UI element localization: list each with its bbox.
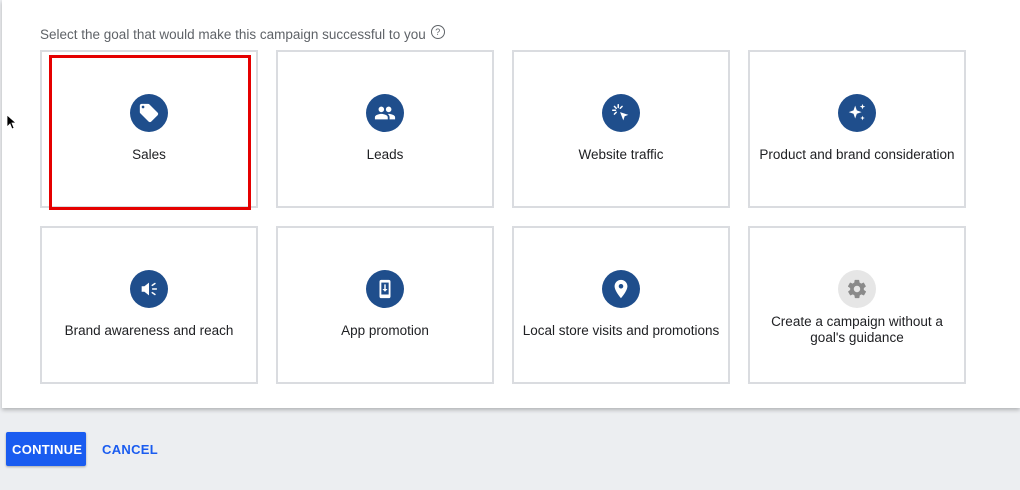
people-icon — [366, 94, 404, 132]
goal-selection-panel: Select the goal that would make this cam… — [2, 0, 1020, 408]
goal-label: Create a campaign without a goal's guida… — [771, 314, 943, 345]
goal-card-brand-awareness[interactable]: Brand awareness and reach — [40, 226, 258, 384]
goal-label: Sales — [132, 147, 166, 162]
phone-download-icon — [366, 270, 404, 308]
location-pin-icon — [602, 270, 640, 308]
tag-icon — [130, 94, 168, 132]
goal-card-sales[interactable]: Sales — [40, 50, 258, 210]
goal-label: Website traffic — [578, 147, 664, 162]
cancel-button[interactable]: CANCEL — [96, 432, 164, 466]
goal-card-product-brand-consideration[interactable]: Product and brand consideration — [748, 50, 966, 208]
cursor-click-icon — [602, 94, 640, 132]
help-circle-icon[interactable]: ? — [430, 24, 445, 39]
goal-card-local-store-visits[interactable]: Local store visits and promotions — [512, 226, 730, 384]
goal-prompt: Select the goal that would make this cam… — [40, 24, 445, 42]
mouse-pointer-icon — [6, 114, 18, 135]
speaker-icon — [130, 270, 168, 308]
goal-prompt-text: Select the goal that would make this cam… — [40, 27, 426, 42]
goal-label: Leads — [366, 147, 404, 162]
goal-label: Local store visits and promotions — [522, 323, 720, 338]
sparkle-icon — [838, 94, 876, 132]
goal-label: App promotion — [341, 323, 429, 338]
goal-label: Brand awareness and reach — [64, 323, 234, 338]
selection-highlight — [49, 55, 251, 210]
continue-button[interactable]: CONTINUE — [6, 432, 86, 466]
goal-card-leads[interactable]: Leads — [276, 50, 494, 208]
goal-card-website-traffic[interactable]: Website traffic — [512, 50, 730, 208]
goal-card-app-promotion[interactable]: App promotion — [276, 226, 494, 384]
gear-icon — [838, 270, 876, 308]
goal-card-no-guidance[interactable]: Create a campaign without a goal's guida… — [748, 226, 966, 384]
goal-label: Product and brand consideration — [759, 147, 955, 162]
